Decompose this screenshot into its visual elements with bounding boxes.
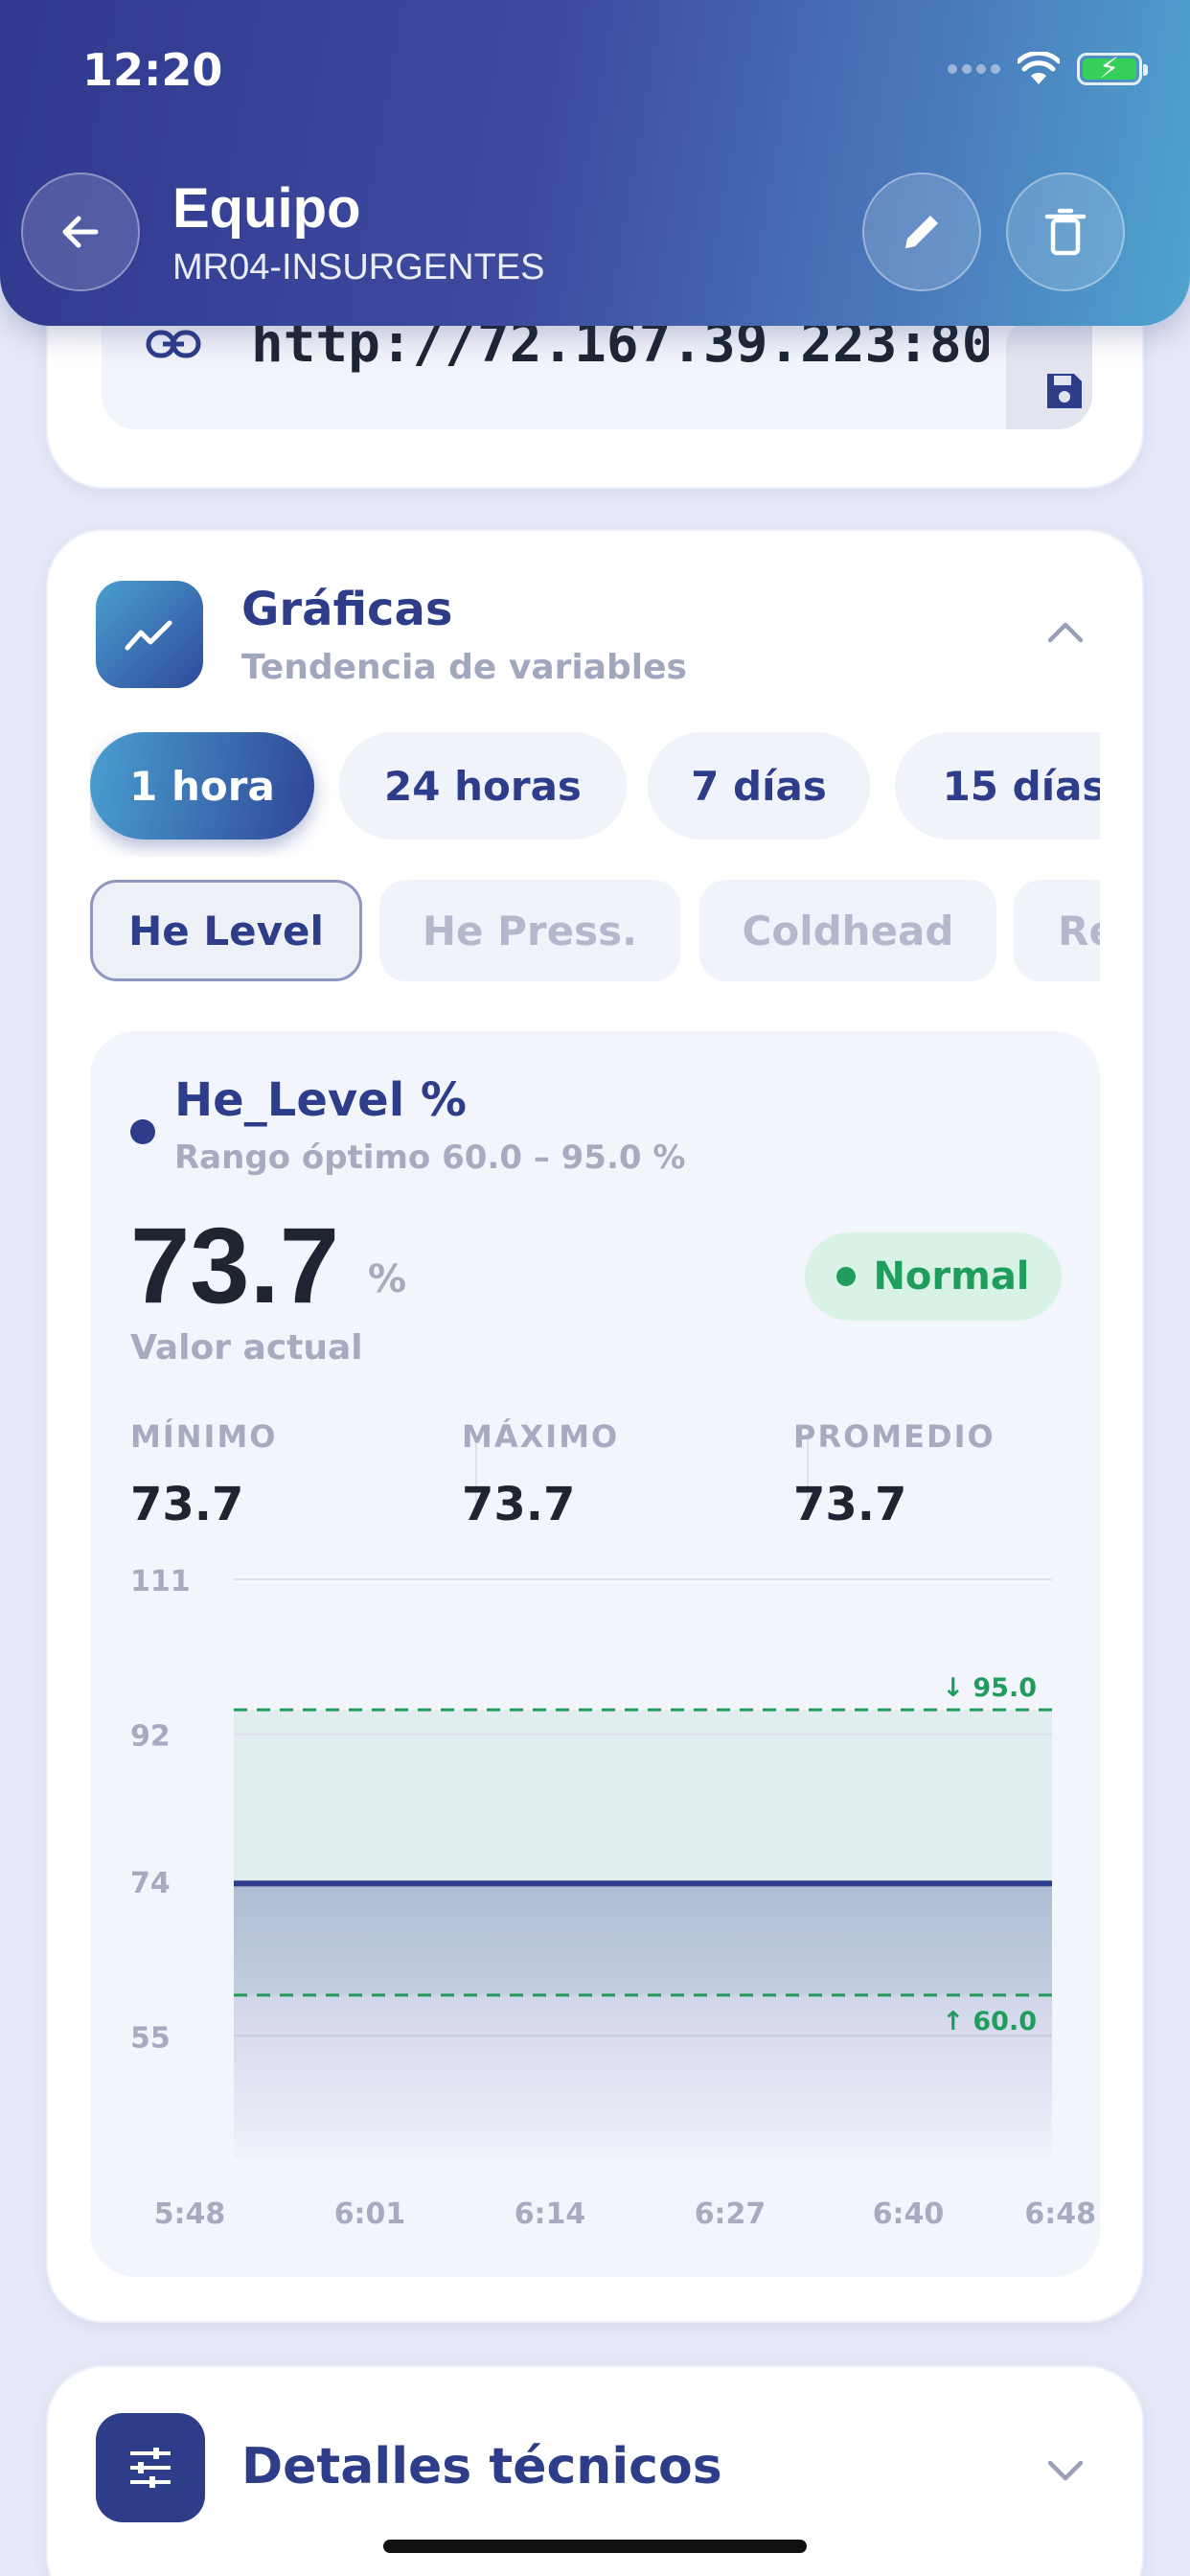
edit-button[interactable]	[862, 172, 981, 291]
section-title: Detalles técnicos	[241, 2438, 722, 2496]
trash-icon	[1044, 208, 1087, 256]
trend-line-icon	[125, 620, 172, 651]
chevron-up-icon[interactable]	[1044, 619, 1087, 646]
x-tick-label: 6:48	[1024, 2197, 1096, 2231]
period-chip-7d[interactable]: 7 días	[648, 732, 870, 840]
x-tick-label: 6:27	[695, 2197, 767, 2231]
period-chip-24h[interactable]: 24 horas	[339, 732, 627, 840]
chevron-down-icon[interactable]	[1044, 2457, 1087, 2484]
period-chip-1h[interactable]: 1 hora	[90, 732, 314, 840]
variable-chip-he-level[interactable]: He Level	[90, 880, 362, 981]
y-tick-label: 55	[130, 2021, 171, 2055]
battery-charging-icon: ⚡	[1077, 53, 1148, 85]
status-time: 12:20	[82, 44, 223, 96]
section-title: Gráficas	[241, 583, 453, 636]
period-selector: 1 hora 24 horas 7 días 15 días	[90, 732, 1100, 857]
floppy-disk-icon	[1047, 374, 1082, 408]
link-icon	[146, 330, 201, 358]
series-area	[234, 1883, 1052, 2158]
section-icon	[96, 2413, 205, 2522]
app-header: 12:20 ⚡ Equipo MR04-INSURGENTES	[0, 0, 1190, 326]
period-chip-15d[interactable]: 15 días	[895, 732, 1100, 840]
y-tick-label: 74	[130, 1867, 171, 1900]
page-subtitle: MR04-INSURGENTES	[172, 247, 545, 288]
delete-button[interactable]	[1006, 172, 1125, 291]
charts-card: Gráficas Tendencia de variables 1 hora 2…	[46, 529, 1144, 2323]
x-tick-label: 6:14	[515, 2197, 586, 2231]
pencil-icon	[905, 216, 938, 248]
section-icon	[96, 581, 203, 688]
y-tick-label: 92	[130, 1720, 171, 1754]
arrow-left-icon	[62, 216, 99, 248]
cellular-signal-icon	[948, 64, 1000, 74]
y-tick-label: 111	[130, 1565, 191, 1598]
trend-chart: 111 92 74 55 ↓ 95.0 ↑ 60.0 5:48 6:01 6:14 6:27 6:4…	[130, 1565, 1096, 2231]
variable-panel: He_Level % Rango óptimo 60.0 – 95.0 % 73…	[90, 1031, 1100, 2277]
upper-threshold-label: ↓ 95.0	[942, 1673, 1037, 1703]
lower-threshold-label: ↑ 60.0	[942, 2007, 1037, 2036]
sliders-icon	[130, 2448, 171, 2488]
wifi-icon	[1018, 52, 1060, 84]
variable-chip-he-press[interactable]: He Press.	[379, 880, 680, 981]
home-indicator	[383, 2540, 807, 2553]
page-title: Equipo	[172, 177, 361, 240]
x-tick-label: 6:40	[873, 2197, 945, 2231]
variable-chip-coldhead[interactable]: Coldhead	[699, 880, 996, 981]
variable-selector: He Level He Press. Coldhead Re	[90, 880, 1100, 987]
status-icons: ⚡	[948, 52, 1148, 86]
x-tick-label: 5:48	[154, 2197, 226, 2231]
variable-chip-re[interactable]: Re	[1014, 880, 1100, 981]
back-button[interactable]	[21, 172, 140, 291]
save-url-button[interactable]	[1006, 322, 1092, 429]
x-tick-label: 6:01	[334, 2197, 406, 2231]
section-subtitle: Tendencia de variables	[241, 648, 687, 687]
